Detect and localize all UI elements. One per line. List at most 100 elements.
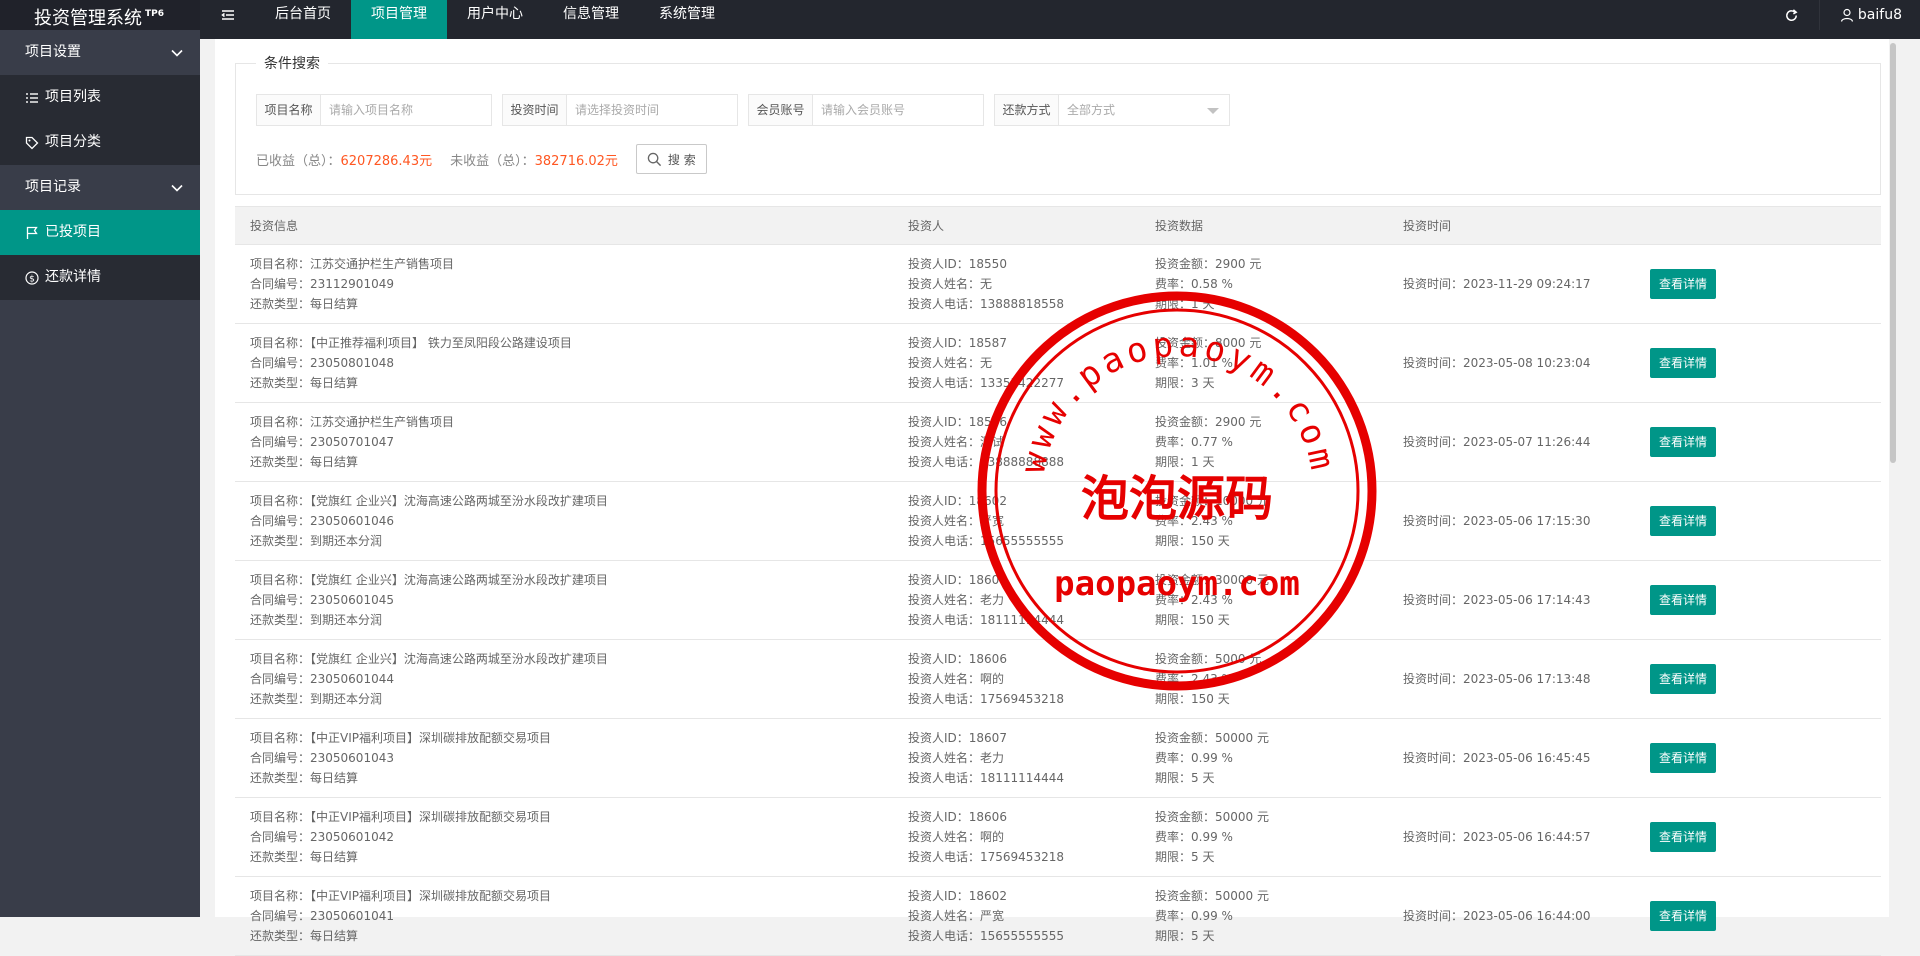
invest-time: 投资时间：2023-05-06 17:14:43	[1403, 593, 1591, 607]
nav-project-management[interactable]: 项目管理	[351, 0, 447, 39]
invest-time-cell: 投资时间：2023-05-06 17:15:30	[1388, 481, 1635, 561]
invest-data-cell: 投资金额：50000 元费率：0.99 % 期限：5 天	[1140, 876, 1388, 956]
project-name: 项目名称：【中正VIP福利项目】深圳碳排放配额交易项目	[250, 889, 551, 903]
sidebar-item-label: 还款详情	[45, 269, 101, 285]
table-row: 项目名称：【党旗红 企业兴】沈海高速公路两城至汾水段改扩建项目 合同编号：2305…	[235, 560, 1881, 640]
actions-cell: 查看详情	[1635, 876, 1881, 956]
repayment-type: 还款类型：每日结算	[250, 771, 359, 785]
invest-info-cell: 项目名称：江苏交通护栏生产销售项目 合同编号：23050701047 还款类型：每日…	[235, 402, 893, 482]
table-row: 项目名称：【中正VIP福利项目】深圳碳排放配额交易项目 合同编号：23050601…	[235, 797, 1881, 877]
field-label: 投资时间	[503, 95, 567, 125]
main-content: 条件搜索 项目名称 投资时间 会员账号 还款方式 全部方式	[200, 39, 1920, 956]
nav-home[interactable]: 后台首页	[255, 0, 351, 39]
member-account-field: 会员账号	[748, 94, 984, 126]
user-menu[interactable]: baifu8	[1820, 0, 1920, 30]
investor-phone: 投资人电话：17569453218	[908, 692, 1064, 706]
table-row: 项目名称：【党旗红 企业兴】沈海高速公路两城至汾水段改扩建项目 合同编号：2305…	[235, 639, 1881, 719]
invest-data-cell: 投资金额：10000 元费率：2.43 % 期限：150 天	[1140, 481, 1388, 561]
invest-amount: 投资金额：30000 元	[1155, 573, 1269, 587]
repayment-method-select[interactable]: 全部方式	[1059, 95, 1229, 125]
col-header-actions	[1635, 206, 1881, 245]
view-details-button[interactable]: 查看详情	[1650, 269, 1717, 299]
menu-group-project-settings[interactable]: 项目设置	[0, 30, 200, 75]
scrollbar-thumb[interactable]	[1890, 43, 1896, 463]
view-details-button[interactable]: 查看详情	[1650, 901, 1717, 931]
contract-no: 合同编号：23050601044	[250, 672, 394, 686]
invest-time: 投资时间：2023-05-08 10:23:04	[1403, 356, 1591, 370]
project-name: 项目名称：江苏交通护栏生产销售项目	[250, 415, 455, 429]
menu-toggle-icon[interactable]	[200, 0, 255, 30]
menu-group-project-records[interactable]: 项目记录	[0, 165, 200, 210]
tag-icon	[25, 136, 39, 150]
contract-no: 合同编号：23050801048	[250, 356, 394, 370]
app-logo[interactable]: 投资管理系统 TP6	[0, 0, 200, 30]
pending-label: 未收益（总）：	[450, 153, 535, 169]
view-details-button[interactable]: 查看详情	[1650, 506, 1717, 536]
search-button[interactable]: 搜 索	[635, 144, 707, 174]
menu-group-label: 项目记录	[25, 179, 81, 195]
invest-time-cell: 投资时间：2023-05-06 17:13:48	[1388, 639, 1635, 719]
investor-cell: 投资人ID：18607 投资人姓名：老力 投资人电话：18111114444	[893, 560, 1140, 640]
view-details-button[interactable]: 查看详情	[1650, 585, 1717, 615]
investor-cell: 投资人ID：18556 投资人姓名：测试 投资人电话：13888888888	[893, 402, 1140, 482]
project-name: 项目名称：【党旗红 企业兴】沈海高速公路两城至汾水段改扩建项目	[250, 573, 608, 587]
repayment-method-field: 还款方式 全部方式	[994, 94, 1230, 126]
scrollbar-track[interactable]	[1889, 39, 1897, 917]
menu-group-label: 项目设置	[25, 44, 81, 60]
investor-name: 投资人姓名：测试	[908, 435, 1005, 449]
investor-phone: 投资人电话：18111114444	[908, 771, 1064, 785]
invest-data-cell: 投资金额：50000 元费率：0.99 % 期限：5 天	[1140, 718, 1388, 798]
invest-time-cell: 投资时间：2023-05-06 17:14:43	[1388, 560, 1635, 640]
invest-data-cell: 投资金额：2900 元费率：0.58 % 期限：1 天	[1140, 244, 1388, 324]
project-name-field: 项目名称	[256, 94, 492, 126]
invest-info-cell: 项目名称：【中正VIP福利项目】深圳碳排放配额交易项目 合同编号：23050601…	[235, 718, 893, 798]
col-header-invest-time: 投资时间	[1388, 206, 1635, 245]
view-details-button[interactable]: 查看详情	[1650, 664, 1717, 694]
invest-info-cell: 项目名称：【中正VIP福利项目】深圳碳排放配额交易项目 合同编号：23050601…	[235, 876, 893, 956]
sidebar-item-invested-projects[interactable]: 已投项目	[0, 210, 200, 255]
nav-user-center[interactable]: 用户中心	[447, 0, 543, 39]
contract-no: 合同编号：23050601046	[250, 514, 394, 528]
invest-info-cell: 项目名称：【党旗红 企业兴】沈海高速公路两城至汾水段改扩建项目 合同编号：2305…	[235, 481, 893, 561]
contract-no: 合同编号：23112901049	[250, 277, 394, 291]
invest-time-input[interactable]	[567, 95, 737, 125]
invest-amount: 投资金额：50000 元	[1155, 810, 1269, 824]
repayment-type: 还款类型：到期还本分润	[250, 534, 383, 548]
select-value: 全部方式	[1067, 103, 1116, 117]
invest-term: 期限：5 天	[1155, 850, 1215, 864]
project-name-input[interactable]	[321, 95, 491, 125]
invest-term: 期限：1 天	[1155, 455, 1215, 469]
table-row: 项目名称：【中正VIP福利项目】深圳碳排放配额交易项目 合同编号：23050601…	[235, 876, 1881, 956]
sidebar-item-project-list[interactable]: 项目列表	[0, 75, 200, 120]
investor-phone: 投资人电话：15655555555	[908, 929, 1064, 943]
table-row: 项目名称：【党旗红 企业兴】沈海高速公路两城至汾水段改扩建项目 合同编号：2305…	[235, 481, 1881, 561]
invest-term: 期限：150 天	[1155, 534, 1230, 548]
actions-cell: 查看详情	[1635, 718, 1881, 798]
sidebar-item-project-category[interactable]: 项目分类	[0, 120, 200, 165]
invest-info-cell: 项目名称：【中正推荐福利项目】 铁力至凤阳段公路建设项目 合同编号：2305080…	[235, 323, 893, 403]
search-legend: 条件搜索	[264, 56, 320, 72]
app-badge: TP6	[145, 9, 164, 19]
invest-time-cell: 投资时间：2023-05-06 16:44:57	[1388, 797, 1635, 877]
nav-system-management[interactable]: 系统管理	[639, 0, 735, 39]
field-label: 会员账号	[749, 95, 813, 125]
dollar-icon: $	[25, 270, 39, 285]
investor-id: 投资人ID：18607	[908, 573, 1007, 587]
view-details-button[interactable]: 查看详情	[1650, 348, 1717, 378]
view-details-button[interactable]: 查看详情	[1650, 427, 1717, 457]
investor-id: 投资人ID：18602	[908, 494, 1007, 508]
view-details-button[interactable]: 查看详情	[1650, 822, 1717, 852]
table-row: 项目名称：【中正VIP福利项目】深圳碳排放配额交易项目 合同编号：23050601…	[235, 718, 1881, 798]
contract-no: 合同编号：23050701047	[250, 435, 394, 449]
pending-value: 382716.02元	[534, 153, 618, 169]
investments-table: 投资信息 投资人 投资数据 投资时间 项目名称：江苏交通护栏生产销售项目 合同编号…	[235, 206, 1881, 956]
investor-cell: 投资人ID：18587 投资人姓名：无 投资人电话：13353422277	[893, 323, 1140, 403]
member-account-input[interactable]	[813, 95, 983, 125]
invest-info-cell: 项目名称：【党旗红 企业兴】沈海高速公路两城至汾水段改扩建项目 合同编号：2305…	[235, 560, 893, 640]
project-name: 项目名称：【中正VIP福利项目】深圳碳排放配额交易项目	[250, 810, 551, 824]
nav-info-management[interactable]: 信息管理	[543, 0, 639, 39]
refresh-icon[interactable]	[1765, 0, 1820, 30]
invest-time: 投资时间：2023-05-07 11:26:44	[1403, 435, 1591, 449]
view-details-button[interactable]: 查看详情	[1650, 743, 1717, 773]
sidebar-item-repayment-details[interactable]: $ 还款详情	[0, 255, 200, 300]
